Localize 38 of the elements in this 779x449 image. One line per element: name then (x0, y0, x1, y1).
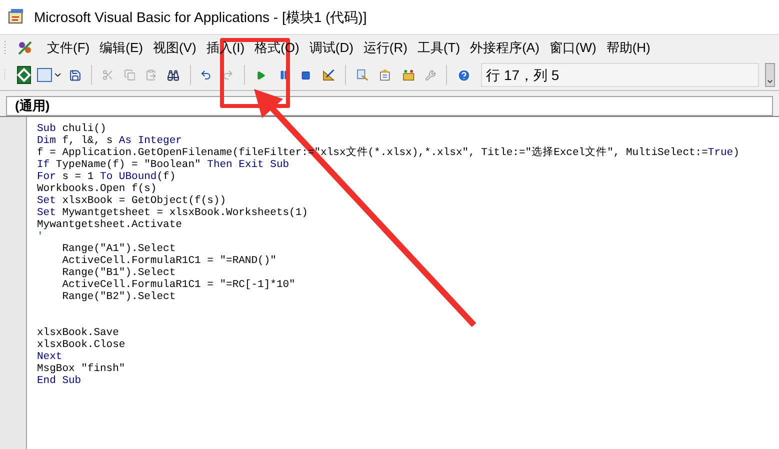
code-line: Workbooks.Open f(s) (37, 183, 157, 195)
drag-handle-icon (4, 40, 8, 56)
code-line: Set xlsxBook = GetObject(f(s)) (37, 195, 226, 207)
window-title: Microsoft Visual Basic for Applications - [模块1 (代码)] (34, 8, 367, 27)
menu-item[interactable]: 工具(T) (412, 38, 466, 58)
stop-icon[interactable] (301, 68, 311, 82)
code-line: If TypeName(f) = "Boolean" Then Exit Sub (37, 159, 290, 171)
code-line: ' (37, 231, 44, 243)
code-line: Dim f, l&, s As Integer (37, 135, 182, 147)
menu-item[interactable]: 调试(D) (304, 38, 358, 58)
code-line: xlsxBook.Save (37, 327, 119, 339)
menu-item[interactable]: 运行(R) (358, 38, 412, 58)
object-dropdown[interactable]: (通用) (6, 96, 773, 116)
code-line: Range("B2").Select (61, 291, 176, 303)
menu-item[interactable]: 编辑(E) (94, 38, 148, 58)
code-line: ActiveCell.FormulaR1C1 = "=RC[-1]*10" (61, 279, 296, 291)
code-line: ActiveCell.FormulaR1C1 = "=RAND()" (61, 255, 276, 267)
menu-item[interactable]: 窗口(W) (544, 38, 602, 58)
code-line: For s = 1 To UBound(f) (37, 171, 176, 183)
app-icon (8, 8, 26, 26)
menu-item[interactable]: 外接程序(A) (465, 38, 544, 58)
menu-item[interactable]: 帮助(H) (601, 38, 656, 58)
menu-item[interactable]: 视图(V) (148, 38, 202, 58)
code-line: Set Mywantgetsheet = xlsxBook.Worksheets(1) (37, 207, 308, 219)
code-line: Next (37, 351, 62, 363)
code-line: Mywantgetsheet.Activate (37, 219, 182, 231)
code-line: xlsxBook.Close (37, 339, 126, 351)
code-line: Sub chuli() (37, 123, 106, 135)
code-line: Range("B1").Select (61, 267, 176, 279)
form-icon[interactable] (36, 66, 63, 84)
position-field: 行 17，列 5 (481, 63, 759, 87)
code-line: End Sub (37, 375, 82, 387)
spreadsheet-icon[interactable] (16, 66, 31, 84)
code-line: Range("A1").Select (61, 243, 176, 255)
run-icon[interactable] (256, 68, 266, 82)
code-line: MsgBox "finsh" (37, 363, 126, 375)
menu-item[interactable]: 文件(F) (42, 38, 95, 58)
toolbar-options-button[interactable] (764, 63, 775, 87)
